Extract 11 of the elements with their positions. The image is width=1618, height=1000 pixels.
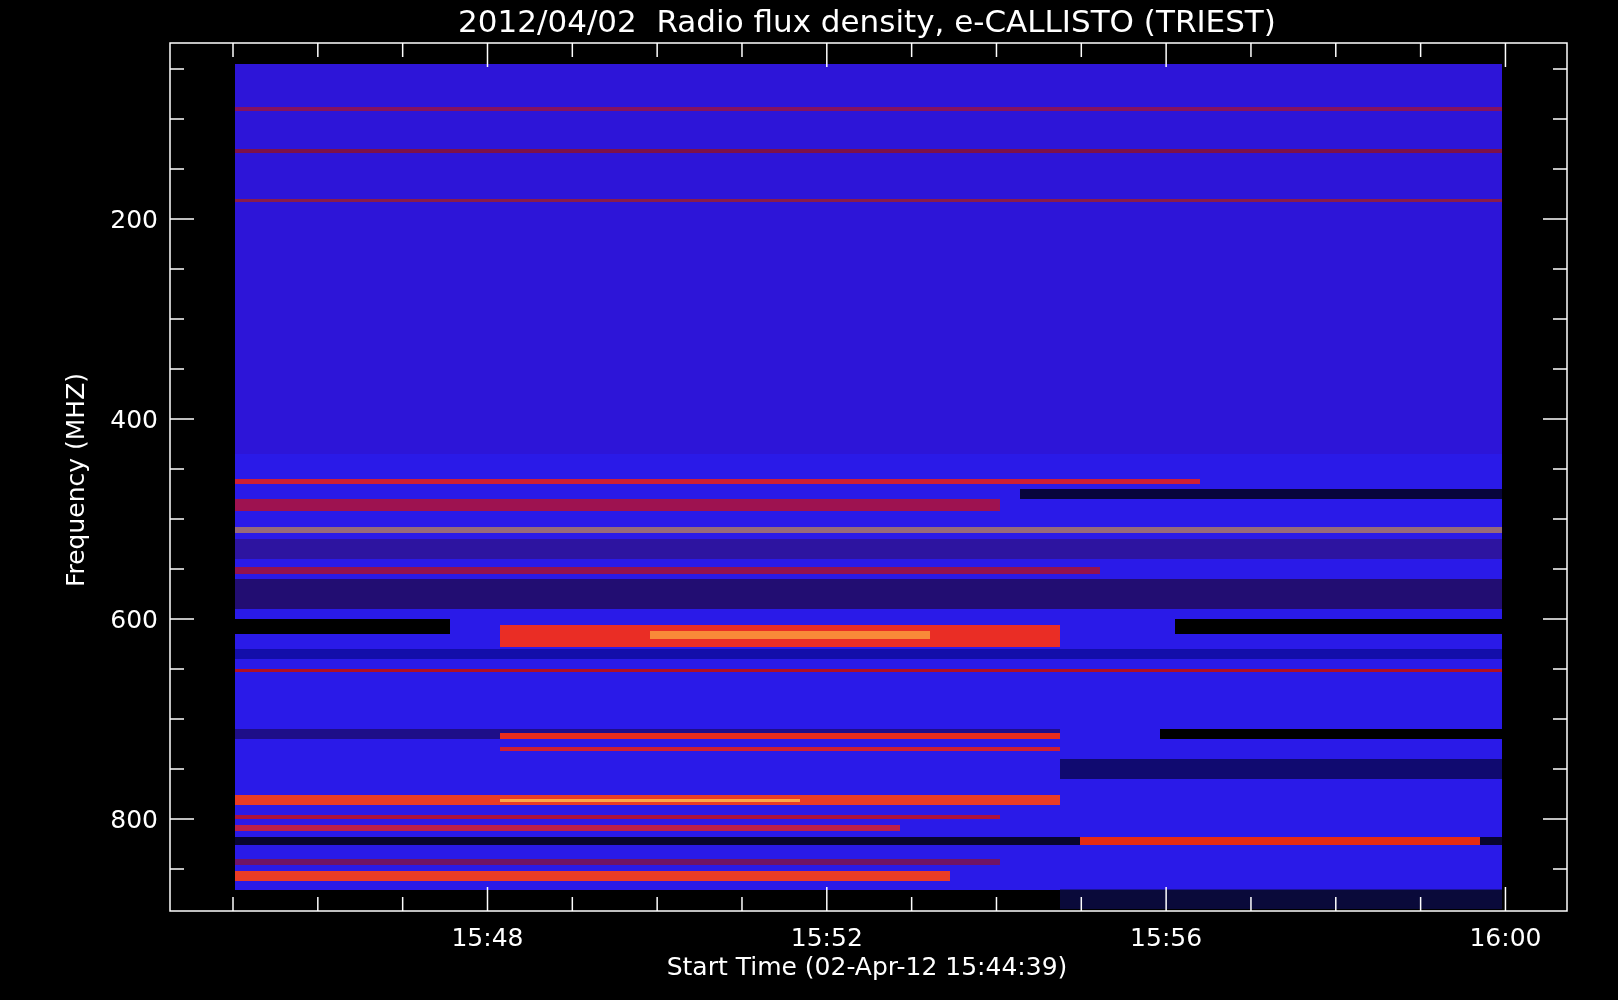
x-tick-label: 16:00 [1469,923,1542,952]
x-axis-title: Start Time (02-Apr-12 15:44:39) [666,952,1068,981]
y-tick-label: 200 [110,205,158,234]
x-tick-label: 15:48 [451,923,524,952]
chart-title: 2012/04/02 Radio flux density, e-CALLISTO (TRIEST) [458,3,1276,39]
y-axis-title: Frequency (MHZ) [61,372,90,588]
y-tick-label: 400 [110,405,158,434]
y-tick-label: 600 [110,605,158,634]
x-tick-label: 15:52 [790,923,863,952]
y-tick-label: 800 [110,805,158,834]
x-tick-label: 15:56 [1130,923,1203,952]
